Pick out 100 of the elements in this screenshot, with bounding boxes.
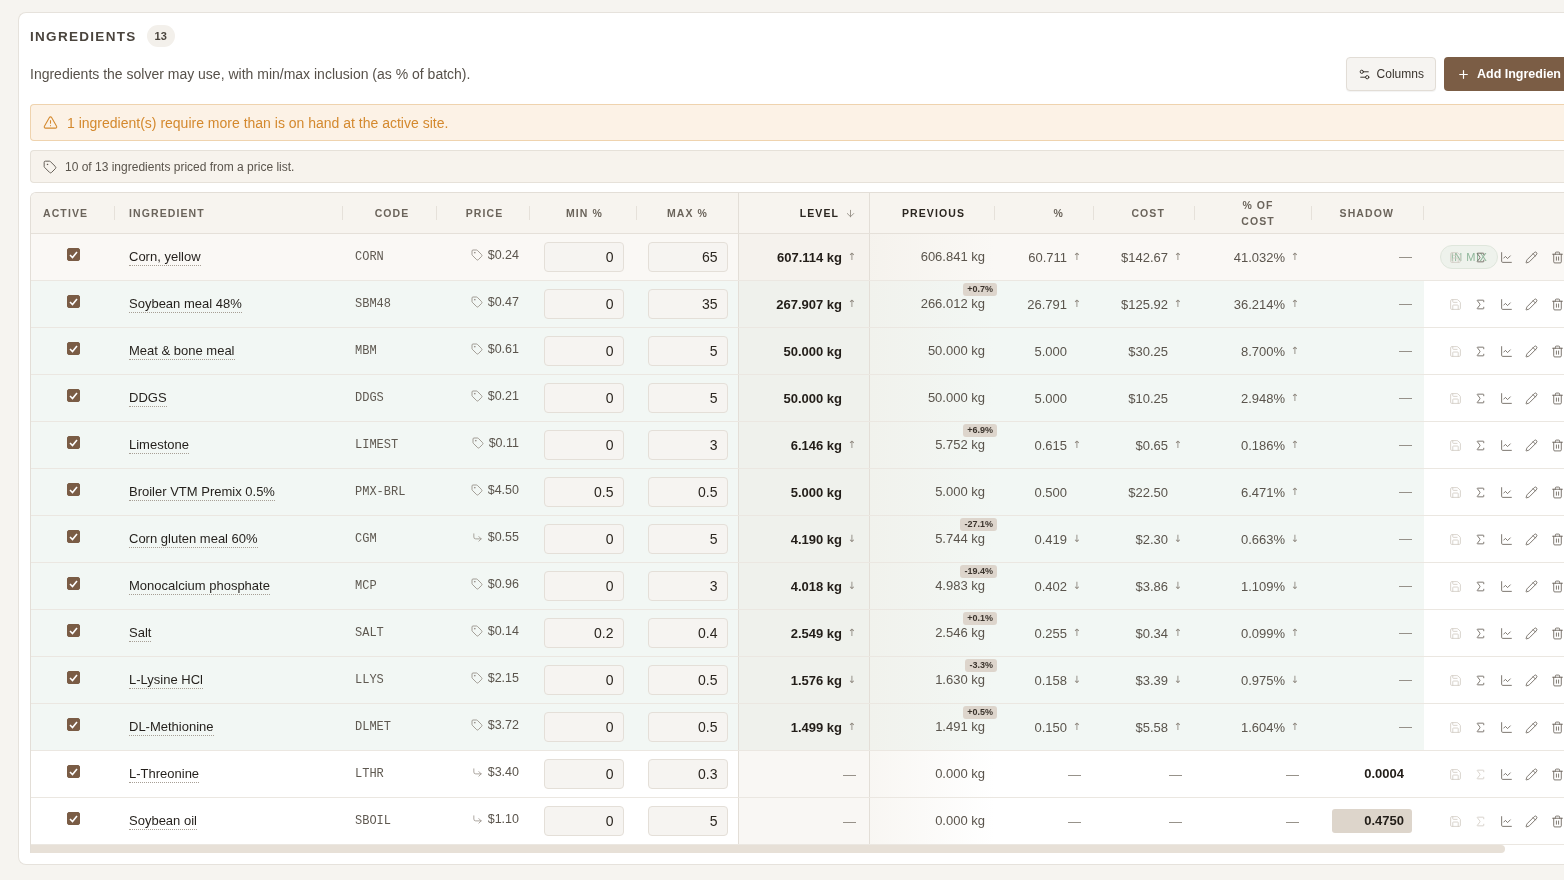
column-header[interactable]: PRICE (465, 205, 504, 221)
max-input[interactable]: 5 (647, 383, 728, 413)
columns-button[interactable]: Columns (1345, 57, 1436, 91)
edit-button[interactable] (1524, 344, 1539, 358)
delete-button[interactable] (1550, 250, 1564, 264)
column-header[interactable]: % OF COST (1234, 197, 1282, 229)
edit-button[interactable] (1524, 767, 1539, 781)
checkbox[interactable] (66, 436, 80, 449)
edit-button[interactable] (1524, 814, 1539, 828)
max-input[interactable]: 0.5 (647, 712, 728, 742)
max-input[interactable]: 5 (647, 806, 728, 836)
delete-button[interactable] (1550, 391, 1564, 405)
ingredient-name[interactable]: Corn, yellow (129, 248, 201, 266)
chart-button[interactable] (1499, 344, 1513, 358)
max-input[interactable]: 65 (647, 242, 728, 272)
delete-button[interactable] (1550, 485, 1564, 499)
max-input[interactable]: 5 (647, 336, 728, 366)
edit-button[interactable] (1524, 579, 1539, 593)
checkbox[interactable] (66, 530, 80, 543)
checkbox[interactable] (66, 577, 80, 590)
edit-button[interactable] (1524, 720, 1539, 734)
min-input[interactable]: 0 (543, 289, 624, 319)
sort-arrow-icon[interactable] (845, 207, 856, 219)
max-input[interactable]: 0.4 (647, 618, 728, 648)
min-input[interactable]: 0 (543, 806, 624, 836)
column-header[interactable]: CODE (374, 205, 410, 221)
column-header[interactable]: SHADOW (1339, 205, 1394, 221)
chart-button[interactable] (1499, 626, 1513, 640)
chart-button[interactable] (1499, 391, 1513, 405)
edit-button[interactable] (1524, 438, 1539, 452)
min-input[interactable]: 0 (543, 759, 624, 789)
checkbox[interactable] (66, 248, 80, 261)
min-input[interactable]: 0.2 (543, 618, 624, 648)
ingredient-name[interactable]: L-Threonine (129, 765, 200, 783)
edit-button[interactable] (1524, 391, 1539, 405)
checkbox[interactable] (66, 295, 80, 308)
delete-button[interactable] (1550, 814, 1564, 828)
ingredient-name[interactable]: DDGS (129, 389, 167, 407)
checkbox[interactable] (66, 483, 80, 496)
ingredient-name[interactable]: L-Lysine HCl (129, 671, 203, 689)
delete-button[interactable] (1550, 720, 1564, 734)
checkbox[interactable] (66, 718, 80, 731)
ingredient-name[interactable]: DL-Methionine (129, 718, 214, 736)
checkbox[interactable] (66, 342, 80, 355)
checkbox[interactable] (66, 624, 80, 637)
chart-button[interactable] (1499, 438, 1513, 452)
edit-button[interactable] (1524, 485, 1539, 499)
add-ingredient-button[interactable]: Add Ingredien (1443, 57, 1564, 91)
horizontal-scrollbar[interactable] (31, 845, 1505, 853)
ingredient-name[interactable]: Limestone (129, 436, 189, 454)
min-input[interactable]: 0 (543, 430, 624, 460)
min-input[interactable]: 0 (543, 383, 624, 413)
ingredient-name[interactable]: Meat & bone meal (129, 342, 235, 360)
checkbox[interactable] (66, 389, 80, 402)
delete-button[interactable] (1550, 673, 1564, 687)
min-input[interactable]: 0 (543, 571, 624, 601)
edit-button[interactable] (1524, 626, 1539, 640)
chart-button[interactable] (1499, 767, 1513, 781)
chart-button[interactable] (1499, 579, 1513, 593)
edit-button[interactable] (1524, 297, 1539, 311)
min-input[interactable]: 0 (543, 712, 624, 742)
column-header[interactable]: INGREDIENT (129, 205, 205, 221)
max-input[interactable]: 3 (647, 571, 728, 601)
max-input[interactable]: 3 (647, 430, 728, 460)
chart-button[interactable] (1499, 250, 1513, 264)
chart-button[interactable] (1499, 814, 1513, 828)
chart-button[interactable] (1499, 720, 1513, 734)
delete-button[interactable] (1550, 297, 1564, 311)
delete-button[interactable] (1550, 532, 1564, 546)
ingredient-name[interactable]: Salt (129, 624, 152, 642)
column-header[interactable]: ACTIVE (43, 205, 89, 221)
max-input[interactable]: 0.3 (647, 759, 728, 789)
min-input[interactable]: 0 (543, 665, 624, 695)
max-input[interactable]: 0.5 (647, 477, 728, 507)
min-input[interactable]: 0 (543, 242, 624, 272)
ingredient-name[interactable]: Broiler VTM Premix 0.5% (129, 483, 275, 501)
checkbox[interactable] (66, 812, 80, 825)
max-input[interactable]: 0.5 (647, 665, 728, 695)
column-header[interactable]: MIN % (566, 205, 603, 221)
column-header[interactable]: LEVEL (799, 205, 839, 221)
chart-button[interactable] (1499, 485, 1513, 499)
min-input[interactable]: 0.5 (543, 477, 624, 507)
column-header[interactable]: PREVIOUS (901, 205, 965, 221)
edit-button[interactable] (1524, 250, 1539, 264)
ingredient-name[interactable]: Corn gluten meal 60% (129, 530, 258, 548)
delete-button[interactable] (1550, 344, 1564, 358)
delete-button[interactable] (1550, 767, 1564, 781)
max-input[interactable]: 5 (647, 524, 728, 554)
ingredient-name[interactable]: Soybean oil (129, 812, 197, 830)
chart-button[interactable] (1499, 673, 1513, 687)
min-input[interactable]: 0 (543, 336, 624, 366)
min-input[interactable]: 0 (543, 524, 624, 554)
chart-button[interactable] (1499, 297, 1513, 311)
chart-button[interactable] (1499, 532, 1513, 546)
column-header[interactable]: COST (1131, 205, 1165, 221)
ingredient-name[interactable]: Monocalcium phosphate (129, 577, 270, 595)
column-header[interactable]: % (1053, 205, 1064, 221)
checkbox[interactable] (66, 671, 80, 684)
ingredient-name[interactable]: Soybean meal 48% (129, 295, 242, 313)
edit-button[interactable] (1524, 532, 1539, 546)
